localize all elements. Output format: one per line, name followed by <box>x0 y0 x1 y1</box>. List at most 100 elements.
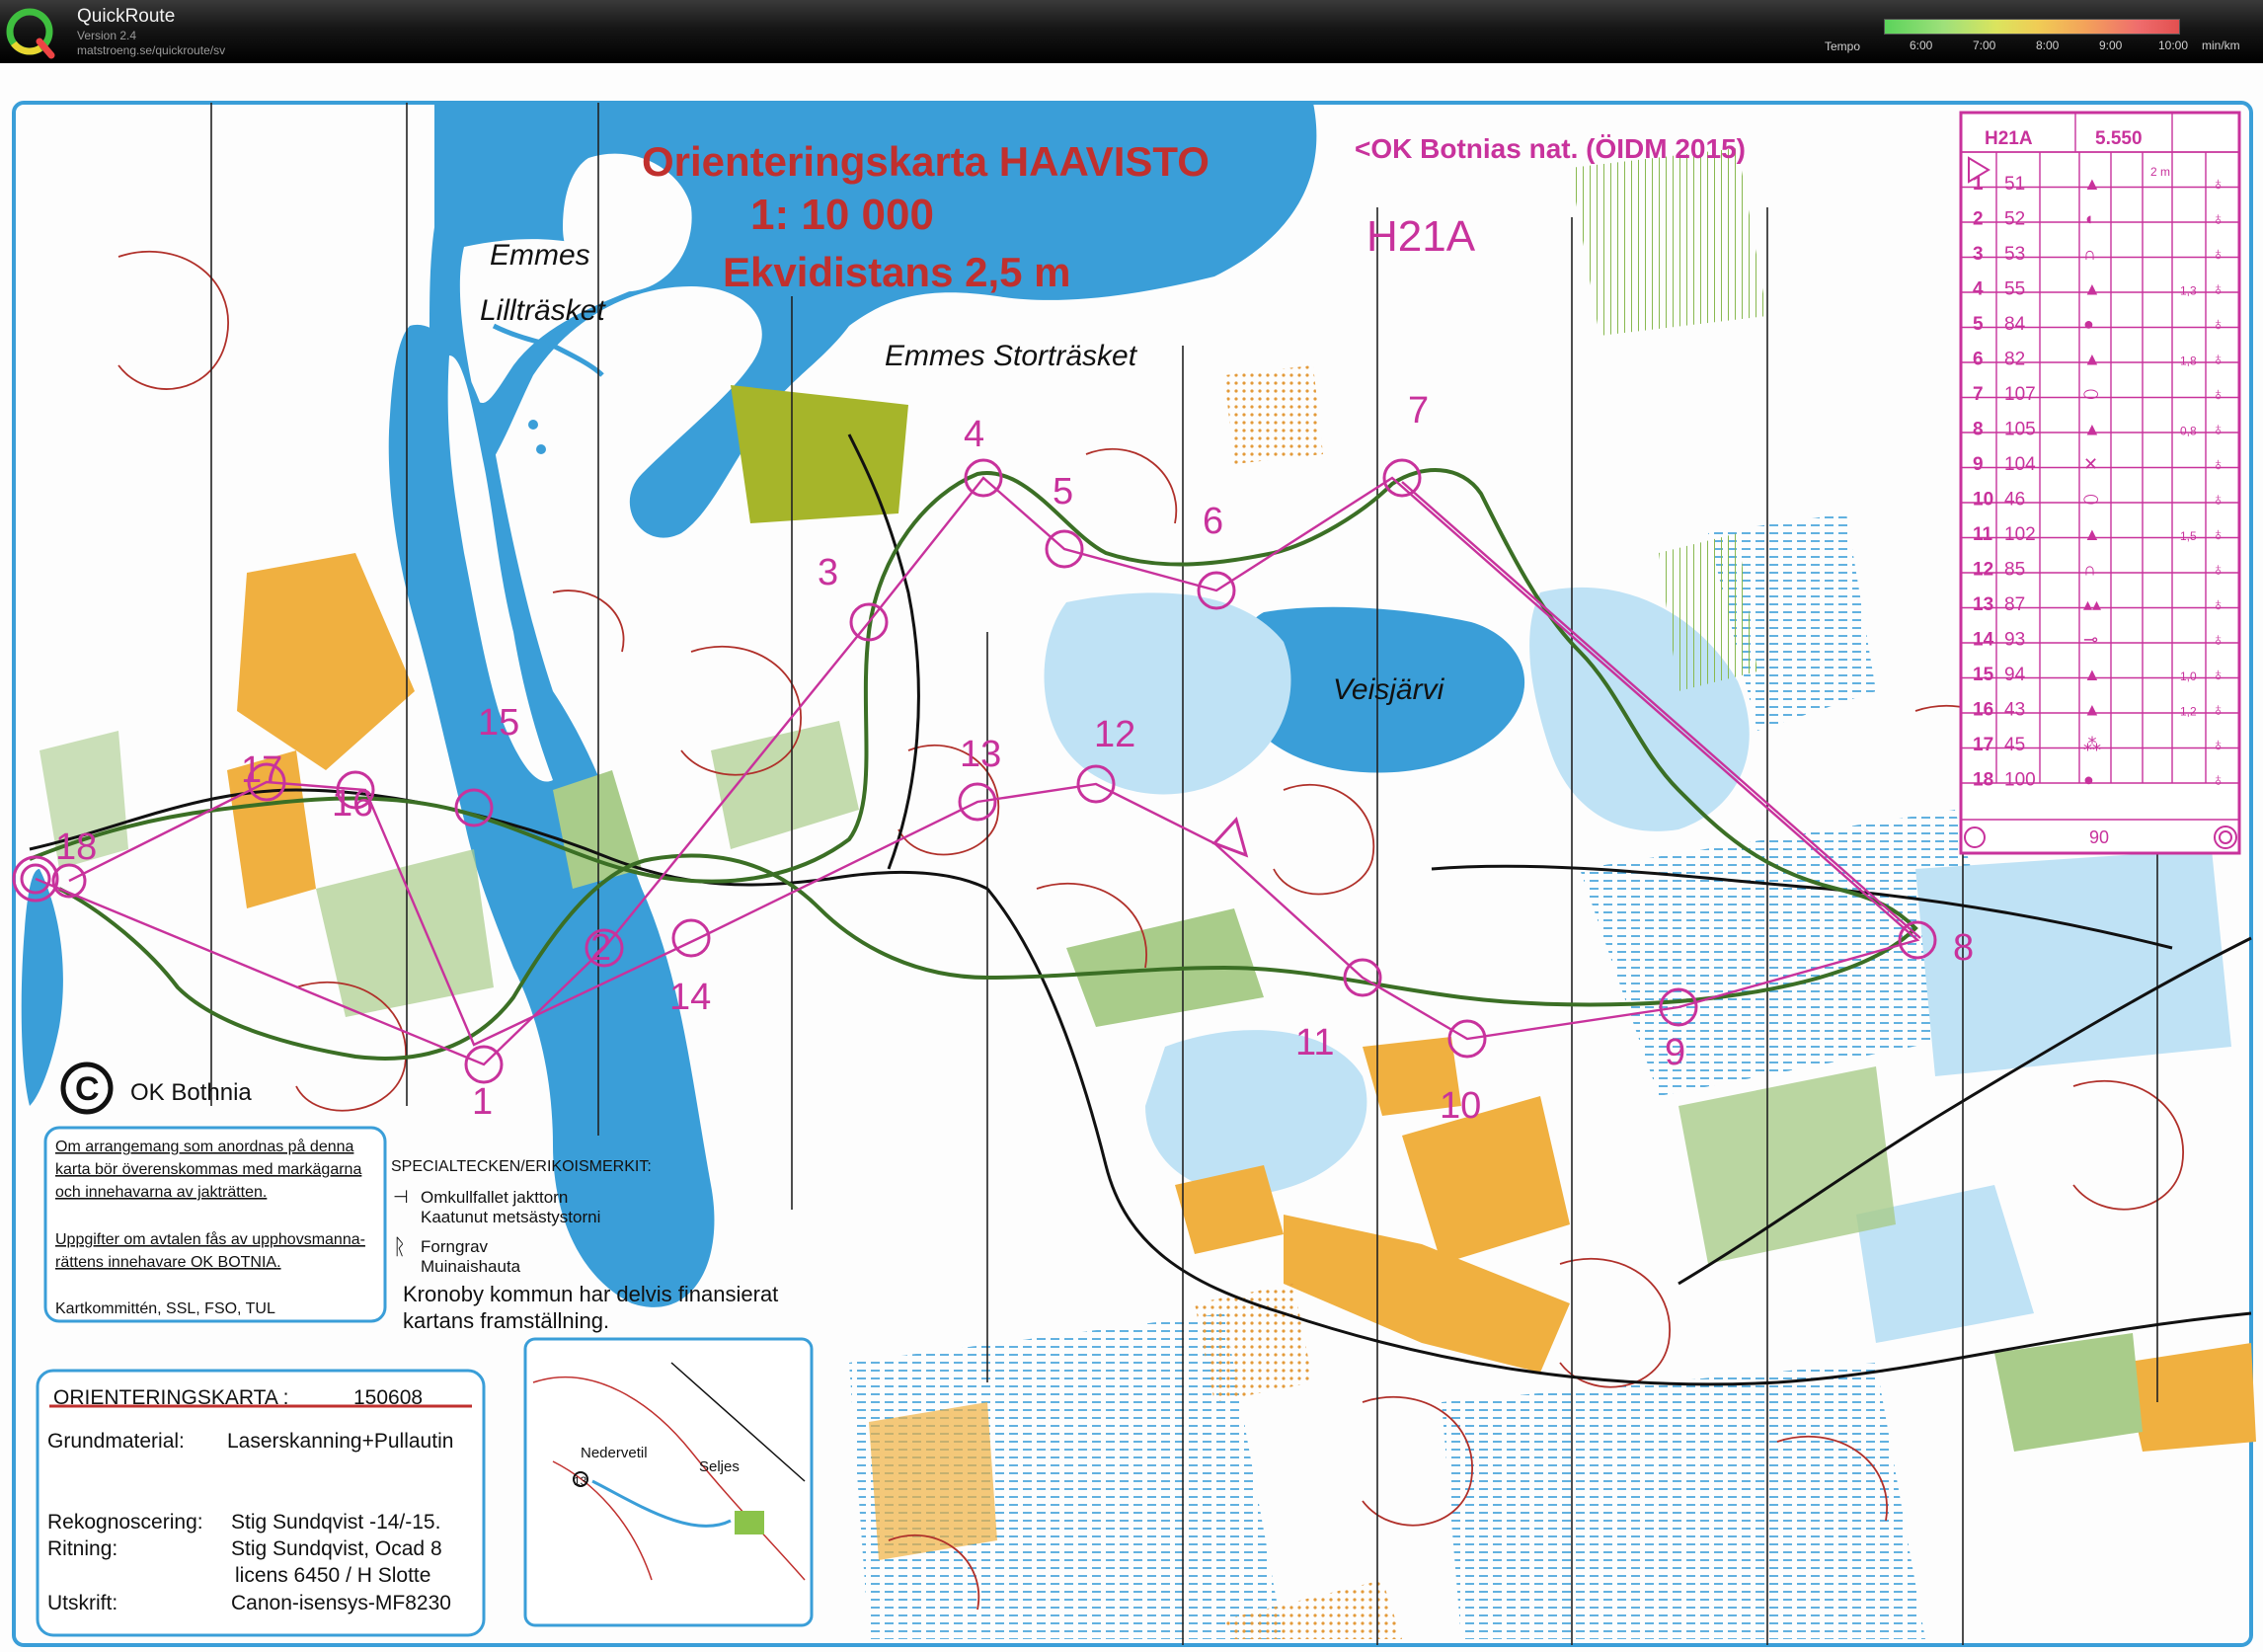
control-location-icon: ♁ <box>2212 560 2225 580</box>
feature-symbol-icon: ▴▴ <box>2083 594 2101 614</box>
sheet-control-number: 17 <box>1973 735 1993 755</box>
tempo-tick: 8:00 <box>2036 39 2060 52</box>
sheet-control-code: 45 <box>2004 735 2025 755</box>
control-location-icon: ♁ <box>2212 244 2225 264</box>
sheet-control-code: 94 <box>2004 665 2026 685</box>
special-line: Kaatunut metsästystorni <box>421 1208 600 1226</box>
orienteering-map[interactable]: 1 2 3 4 5 6 7 8 9 10 11 12 13 14 15 16 1… <box>0 63 2263 1652</box>
sheet-class: H21A <box>1985 128 2033 149</box>
control-number: 9 <box>1665 1032 1685 1073</box>
feature-symbol-icon: ✕ <box>2083 454 2098 474</box>
feature-symbol-icon: ▲ <box>2083 279 2101 299</box>
feature-symbol-icon: ⬭ <box>2083 490 2099 510</box>
sheet-dimension: 1,0 <box>2180 669 2197 683</box>
title-bar: QuickRoute Version 2.4 matstroeng.se/qui… <box>0 0 2263 63</box>
feature-symbol-icon: ⊸ <box>2083 630 2098 650</box>
feature-symbol-icon: ▲ <box>2083 700 2101 720</box>
info-key: Ritning: <box>47 1537 117 1560</box>
control-number: 12 <box>1094 714 1135 755</box>
tempo-tick: 6:00 <box>1910 39 1933 52</box>
notice-line: och innehavarna av jakträtten. <box>55 1184 267 1201</box>
sheet-control-code: 100 <box>2004 770 2036 791</box>
feature-symbol-icon: ⁂ <box>2083 735 2101 754</box>
control-number: 3 <box>818 552 838 593</box>
control-location-icon: ♁ <box>2212 490 2225 510</box>
event-name: <OK Botnias nat. (ÖIDM 2015) <box>1355 133 1746 164</box>
control-number: 16 <box>332 783 373 825</box>
control-location-icon: ♁ <box>2212 314 2225 334</box>
info-value: Canon-isensys-MF8230 <box>231 1592 451 1614</box>
sheet-control-number: 12 <box>1973 560 1993 581</box>
inset-place: Seljes <box>699 1458 740 1475</box>
sheet-dimension: 1,5 <box>2180 529 2197 543</box>
control-number: 6 <box>1203 501 1223 542</box>
sheet-control-number: 8 <box>1973 420 1984 440</box>
sheet-control-number: 11 <box>1973 524 1993 545</box>
place-name: Emmes Storträsket <box>885 340 1138 372</box>
sheet-control-code: 107 <box>2004 384 2036 405</box>
sheet-control-number: 13 <box>1973 594 1993 615</box>
quickroute-logo-icon <box>6 8 55 59</box>
control-number: 10 <box>1440 1085 1481 1127</box>
place-name: Emmes <box>490 239 590 272</box>
sheet-control-code: 55 <box>2004 279 2025 300</box>
control-location-icon: ♁ <box>2212 279 2225 299</box>
info-key: Rekognoscering: <box>47 1511 203 1534</box>
sheet-control-code: 51 <box>2004 174 2025 195</box>
control-location-icon: ♁ <box>2212 630 2225 650</box>
sheet-control-code: 102 <box>2004 524 2036 545</box>
control-number: 1 <box>472 1081 493 1123</box>
notice-line: Om arrangemang som anordnas på denna <box>55 1138 354 1155</box>
control-location-icon: ♁ <box>2212 700 2225 720</box>
tempo-tick: 9:00 <box>2099 39 2123 52</box>
app-version: Version 2.4 <box>77 29 137 42</box>
tower-icon: ⊣ <box>393 1187 409 1207</box>
sheet-control-code: 87 <box>2004 594 2025 615</box>
tempo-label: Tempo <box>1825 39 1861 53</box>
sheet-control-number: 7 <box>1973 384 1984 405</box>
control-number: 17 <box>241 749 282 791</box>
special-heading: SPECIALTECKEN/ERIKOISMERKIT: <box>391 1158 652 1175</box>
info-date: 150608 <box>353 1386 423 1409</box>
feature-symbol-icon: ▲ <box>2083 665 2101 684</box>
info-value: Stig Sundqvist, Ocad 8 <box>231 1537 442 1560</box>
sheet-control-number: 10 <box>1973 490 1993 511</box>
notice-line: karta bör överenskommas med markägarna <box>55 1161 361 1178</box>
tempo-tick: 7:00 <box>1973 39 1996 52</box>
notice-line: Kartkommittén, SSL, FSO, TUL <box>55 1300 275 1317</box>
sheet-control-number: 14 <box>1973 630 1994 651</box>
tempo-scale-bar[interactable] <box>1884 19 2180 35</box>
sheet-control-code: 105 <box>2004 420 2036 440</box>
feature-symbol-icon: ▲ <box>2083 420 2101 439</box>
control-number: 18 <box>55 826 97 868</box>
feature-symbol-icon: ∩ <box>2083 244 2096 264</box>
control-number: 15 <box>478 702 519 744</box>
app-url[interactable]: matstroeng.se/quickroute/sv <box>77 43 225 57</box>
feature-symbol-icon: ● <box>2083 314 2094 334</box>
sheet-control-number: 18 <box>1973 770 1993 791</box>
sheet-length: 5.550 <box>2095 128 2143 149</box>
inset-map: Nedervetil Seljes 13 <box>523 1337 814 1627</box>
map-contour-interval: Ekvidistans 2,5 m <box>723 249 1071 295</box>
tempo-unit: min/km <box>2202 39 2240 52</box>
sheet-control-code: 104 <box>2004 454 2036 475</box>
feature-symbol-icon: ▲ <box>2083 174 2101 194</box>
class-label: H21A <box>1366 212 1476 261</box>
map-title: Orienteringskarta HAAVISTO <box>642 138 1210 185</box>
sheet-control-code: 43 <box>2004 700 2025 721</box>
info-value: Stig Sundqvist -14/-15. <box>231 1511 440 1534</box>
feature-symbol-icon: ▲ <box>2083 350 2101 369</box>
app-name: QuickRoute <box>77 6 176 27</box>
info-key: Grundmaterial: <box>47 1430 185 1453</box>
feature-symbol-icon: ◖ <box>2083 209 2094 229</box>
sheet-control-number: 6 <box>1973 350 1984 370</box>
sheet-control-code: 93 <box>2004 630 2025 651</box>
control-number: 14 <box>669 977 711 1018</box>
sheet-finish-distance: 90 <box>2089 827 2109 847</box>
map-scale: 1: 10 000 <box>750 191 934 239</box>
feature-symbol-icon: ⬭ <box>2083 384 2099 404</box>
sheet-control-number: 5 <box>1973 314 1984 335</box>
sheet-control-number: 4 <box>1973 279 1984 300</box>
info-heading: ORIENTERINGSKARTA : <box>53 1386 288 1409</box>
feature-symbol-icon: ∩ <box>2083 560 2096 580</box>
